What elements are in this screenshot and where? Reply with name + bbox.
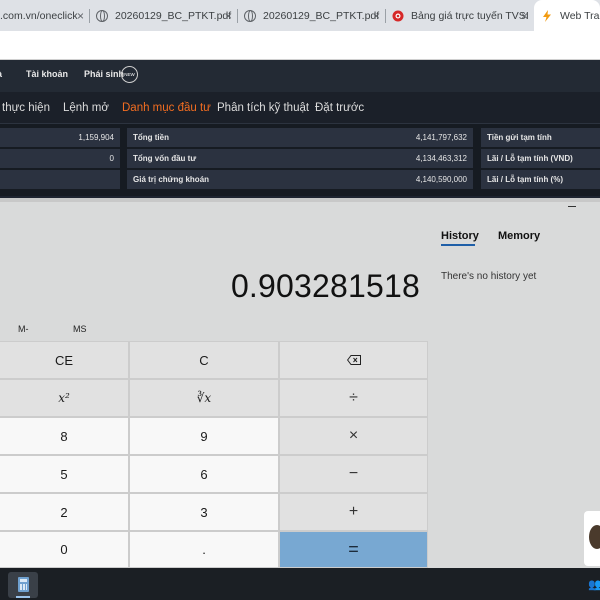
digit-6-button[interactable]: 6: [129, 455, 279, 493]
browser-tab-tvsi[interactable]: Bảng giá trực tuyến TVSI ×: [392, 0, 532, 31]
calculator-title-strip: [0, 198, 600, 202]
nav-item-account[interactable]: Tài khoản: [26, 60, 68, 92]
tvsi-logo-icon: [392, 10, 404, 22]
lightning-icon: [541, 9, 553, 22]
digit-0-button[interactable]: 0: [0, 531, 129, 568]
new-badge: NEW: [121, 66, 138, 83]
pnl-pct-label: Lãi / Lỗ tạm tính (%): [481, 170, 600, 189]
tab-title: .com.vn/oneclick: [0, 9, 78, 22]
cube-root-button[interactable]: ∛x: [129, 379, 279, 417]
square-button[interactable]: x²: [0, 379, 129, 417]
tab-open-orders[interactable]: Lệnh mở: [63, 92, 109, 124]
add-button[interactable]: +: [279, 493, 428, 531]
nav-item-partial[interactable]: à: [0, 60, 2, 92]
decimal-button[interactable]: .: [129, 531, 279, 568]
tab-executed[interactable]: thực hiện: [2, 92, 50, 124]
tab-divider: [89, 9, 90, 23]
trading-tabs: thực hiện Lệnh mở Danh mục đầu tư Phân t…: [0, 92, 600, 124]
tab-portfolio[interactable]: Danh mục đầu tư: [122, 92, 211, 124]
browser-tab-web-trading[interactable]: Web Trading: [534, 0, 600, 31]
empty-history-message: There's no history yet: [441, 271, 537, 282]
pnl-vnd-label: Lãi / Lỗ tạm tính (VND): [481, 149, 600, 168]
calculator-icon: [18, 577, 29, 592]
memory-store-button[interactable]: MS: [73, 324, 87, 334]
deposit-label: Tiền gửi tạm tính: [481, 128, 600, 147]
calculator-taskbar-button[interactable]: [8, 572, 38, 598]
address-bar-area[interactable]: [0, 31, 600, 60]
avatar-thumbnail[interactable]: [584, 511, 600, 566]
memory-tab[interactable]: Memory: [498, 230, 540, 242]
history-tab[interactable]: History: [441, 230, 479, 242]
multiply-button[interactable]: ×: [279, 417, 428, 455]
total-invest-value: 4,134,463,312: [415, 154, 467, 163]
digit-8-button[interactable]: 8: [0, 417, 129, 455]
divide-button[interactable]: ÷: [279, 379, 428, 417]
digit-3-button[interactable]: 3: [129, 493, 279, 531]
summary-value: 1,159,904: [0, 128, 120, 147]
summary-value: 0: [0, 149, 120, 168]
close-icon[interactable]: ×: [225, 9, 232, 23]
memory-subtract-button[interactable]: M-: [18, 324, 29, 334]
browser-tab-pdf-1[interactable]: 20260129_BC_PTKT.pdf ×: [96, 0, 236, 31]
stock-value-value: 4,140,590,000: [415, 175, 467, 184]
globe-icon: [244, 9, 256, 22]
active-app-indicator: [16, 596, 30, 598]
subtract-button[interactable]: −: [279, 455, 428, 493]
digit-5-button[interactable]: 5: [0, 455, 129, 493]
people-icon[interactable]: 👥: [588, 578, 600, 591]
tab-divider: [385, 9, 386, 23]
digit-9-button[interactable]: 9: [129, 417, 279, 455]
close-icon[interactable]: ×: [373, 9, 380, 23]
tab-title: 20260129_BC_PTKT.pdf: [263, 9, 380, 22]
backspace-button[interactable]: [279, 341, 428, 379]
equals-button[interactable]: =: [279, 531, 428, 568]
browser-tab-strip: .com.vn/oneclick × 20260129_BC_PTKT.pdf …: [0, 0, 600, 31]
nav-item-derivatives[interactable]: Phái sinh: [84, 60, 124, 92]
browser-tab-pdf-2[interactable]: 20260129_BC_PTKT.pdf ×: [244, 0, 384, 31]
calculator-display: 0.903281518: [230, 268, 420, 304]
digit-2-button[interactable]: 2: [0, 493, 129, 531]
tab-title: Bảng giá trực tuyến TVSI: [411, 9, 529, 22]
close-icon[interactable]: ×: [77, 9, 84, 23]
clear-entry-button[interactable]: CE: [0, 341, 129, 379]
history-tab-underline: [441, 244, 475, 246]
avatar: [589, 525, 600, 549]
minimize-icon[interactable]: [568, 206, 576, 207]
tab-divider: [237, 9, 238, 23]
tab-preorder[interactable]: Đặt trước: [315, 92, 364, 124]
close-icon[interactable]: ×: [521, 9, 528, 23]
account-summary-table: 1,159,904 0 Tổng tiền 4,141,797,632 Tổng…: [0, 124, 600, 196]
tab-technical-analysis[interactable]: Phân tích kỹ thuật: [217, 92, 309, 124]
tab-title: 20260129_BC_PTKT.pdf: [115, 9, 232, 22]
trading-top-nav: à Tài khoản Phái sinh NEW: [0, 60, 600, 92]
total-money-value: 4,141,797,632: [415, 133, 467, 142]
summary-empty-cell: [0, 170, 120, 189]
globe-icon: [96, 9, 108, 22]
clear-button[interactable]: C: [129, 341, 279, 379]
backspace-icon: [346, 353, 361, 368]
taskbar: [0, 568, 600, 600]
tab-title: Web Trading: [560, 9, 600, 22]
browser-tab-oneclick[interactable]: .com.vn/oneclick ×: [0, 0, 88, 31]
